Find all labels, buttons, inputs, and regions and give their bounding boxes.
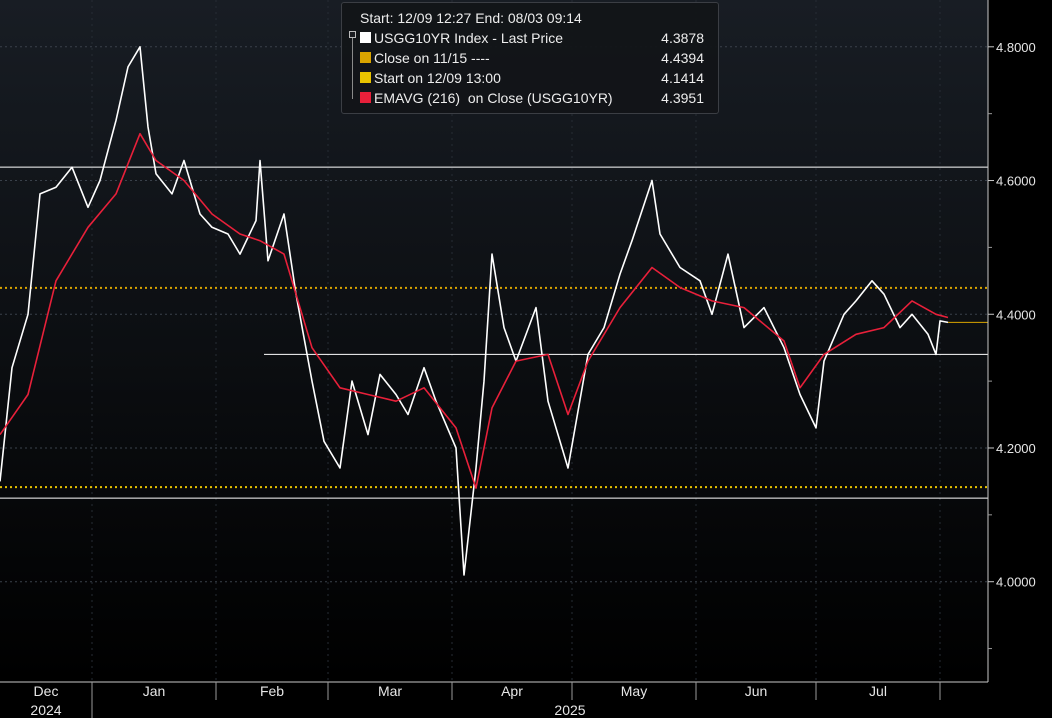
legend: Start: 12/09 12:27 End: 08/03 09:14 USGG… <box>341 2 719 114</box>
legend-item-price[interactable]: USGG10YR Index - Last Price 4.3878 <box>360 28 710 48</box>
legend-swatch-start <box>360 72 371 83</box>
legend-swatch-close <box>360 52 371 63</box>
chart-stage: 4.8000 4.6000 4.4000 4.2000 4.0000 Dec Jan Feb… <box>0 0 1052 718</box>
y-tick-label: 4.0000 <box>996 575 1036 590</box>
legend-value: 4.3951 <box>661 90 704 106</box>
x-tick-label: Jun <box>745 683 768 699</box>
legend-label: USGG10YR Index - Last Price <box>374 30 564 46</box>
x-tick-label: May <box>621 683 647 699</box>
x-tick-label: Apr <box>501 683 523 699</box>
x-tick-label: Dec <box>34 683 59 699</box>
legend-label: EMAVG (216) on Close (USGG10YR) <box>374 90 613 106</box>
x-axis-layer: Dec Jan Feb Mar Apr May Jun Jul 2024 2025 <box>30 682 941 718</box>
x-tick-label: Feb <box>260 683 284 699</box>
legend-item-ema[interactable]: EMAVG (216) on Close (USGG10YR) 4.3951 <box>360 88 710 108</box>
legend-bracket <box>352 33 357 99</box>
legend-date-range: Start: 12/09 12:27 End: 08/03 09:14 <box>360 10 582 26</box>
legend-swatch-price <box>360 32 371 43</box>
axis-layer: 4.8000 4.6000 4.4000 4.2000 4.0000 <box>988 40 1036 650</box>
legend-item-start[interactable]: Start on 12/09 13:00 4.1414 <box>360 68 710 88</box>
y-tick-label: 4.2000 <box>996 441 1036 456</box>
legend-value: 4.1414 <box>661 70 704 86</box>
x-year-label: 2025 <box>554 702 585 718</box>
x-tick-label: Mar <box>378 683 402 699</box>
y-tick-label: 4.4000 <box>996 307 1036 322</box>
legend-value: 4.4394 <box>661 50 704 66</box>
legend-label: Close on 11/15 ---- <box>374 50 490 66</box>
legend-swatch-ema <box>360 92 371 103</box>
collapse-toggle-icon[interactable] <box>349 31 356 38</box>
legend-item-close[interactable]: Close on 11/15 ---- 4.4394 <box>360 48 710 68</box>
x-tick-label: Jan <box>143 683 166 699</box>
y-tick-label: 4.8000 <box>996 40 1036 55</box>
legend-label: Start on 12/09 13:00 <box>374 70 501 86</box>
y-tick-label: 4.6000 <box>996 174 1036 189</box>
x-year-label: 2024 <box>30 702 61 718</box>
legend-value: 4.3878 <box>661 30 704 46</box>
x-tick-label: Jul <box>869 683 887 699</box>
